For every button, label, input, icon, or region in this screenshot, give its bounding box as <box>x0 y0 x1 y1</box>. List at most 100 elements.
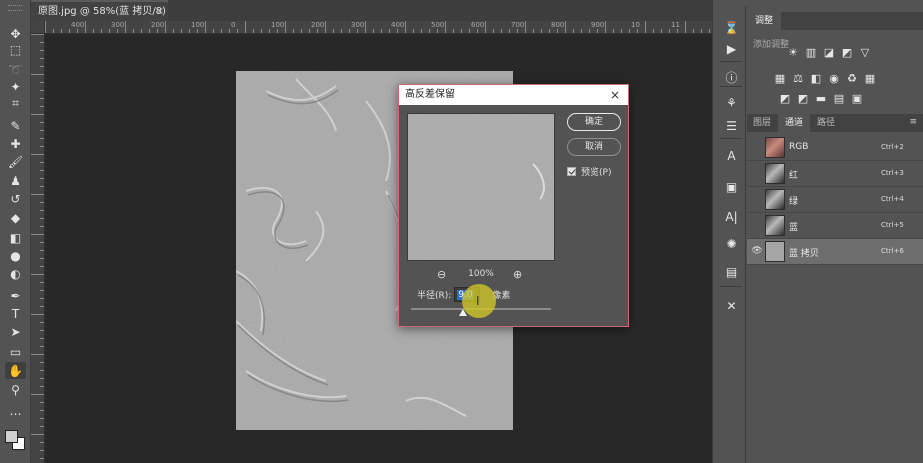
channel-row[interactable]: 红 Ctrl+3 <box>747 161 923 187</box>
photo-filter-icon[interactable]: ◉ <box>828 72 840 85</box>
ok-button[interactable]: 确定 <box>567 113 621 131</box>
color-balance-icon[interactable]: ⚖ <box>792 72 804 85</box>
crop-tool[interactable]: ⌗ <box>5 95 26 112</box>
ruler-tick <box>173 29 174 33</box>
selective-color-icon[interactable]: ▣ <box>851 92 863 105</box>
ruler-tick <box>31 354 44 355</box>
levels-icon[interactable]: ▥ <box>805 46 817 59</box>
ruler-tick <box>31 194 44 195</box>
channel-mixer-icon[interactable]: ♻ <box>846 72 858 85</box>
ruler-tick <box>709 29 710 33</box>
ruler-tick <box>40 322 44 323</box>
clone-stamp-tool[interactable]: ♟ <box>5 172 26 189</box>
channel-row[interactable]: 绿 Ctrl+4 <box>747 187 923 213</box>
ruler-tick <box>40 418 44 419</box>
preview-checkbox[interactable]: 预览(P) <box>567 164 611 178</box>
checkbox-checked-icon[interactable] <box>567 166 576 176</box>
channel-shortcut: Ctrl+6 <box>881 247 904 255</box>
gradient-map-icon[interactable]: ▤ <box>833 92 845 105</box>
vertical-ruler[interactable] <box>31 34 45 463</box>
tab-layers[interactable]: 图层 <box>747 114 777 132</box>
history-brush-tool[interactable]: ↺ <box>5 190 26 207</box>
hand-tool[interactable]: ✋ <box>5 362 26 379</box>
info-icon[interactable]: ⓘ <box>723 69 740 86</box>
tab-channels[interactable]: 通道 <box>778 114 810 132</box>
zoom-in-icon[interactable]: ⊕ <box>513 268 522 281</box>
ruler-tick <box>31 434 44 435</box>
tab-adjustments[interactable]: 调整 <box>747 12 781 30</box>
visibility-eye-icon[interactable] <box>751 220 763 232</box>
folder-icon[interactable]: ▣ <box>723 178 740 195</box>
exposure-icon[interactable]: ◩ <box>841 46 853 59</box>
path-selection-tool[interactable]: ➤ <box>5 323 26 340</box>
pen-tool[interactable]: ✒ <box>5 287 26 304</box>
history-icon[interactable]: ⌛ <box>723 19 740 36</box>
dialog-titlebar[interactable]: 高反差保留 × <box>399 85 628 105</box>
type-tool[interactable]: T <box>5 305 26 322</box>
document-tab[interactable]: 原图.jpg @ 58%(蓝 拷贝/8) * × <box>31 0 174 21</box>
dodge-tool[interactable]: ◐ <box>5 265 26 282</box>
filter-preview[interactable] <box>407 113 555 261</box>
visibility-eye-icon[interactable] <box>751 142 763 154</box>
visibility-eye-icon[interactable] <box>751 168 763 180</box>
more-tools[interactable]: … <box>5 402 26 419</box>
eraser-tool[interactable]: ◆ <box>5 209 26 226</box>
panel-menu-icon[interactable]: ≡ <box>909 117 917 127</box>
play-icon[interactable]: ▶ <box>723 40 740 57</box>
zoom-tool[interactable]: ⚲ <box>5 381 26 398</box>
radius-slider-track[interactable] <box>411 308 551 310</box>
visibility-eye-icon[interactable]: 👁 <box>751 246 763 258</box>
character-icon[interactable]: A <box>723 147 740 164</box>
color-swatches[interactable] <box>5 430 27 452</box>
ruler-tick <box>53 29 54 33</box>
radius-slider-thumb[interactable] <box>458 309 467 316</box>
cancel-button[interactable]: 取消 <box>567 138 621 156</box>
blur-tool[interactable]: ● <box>5 247 26 264</box>
eyedropper-tool[interactable]: ✎ <box>5 117 26 134</box>
channel-row[interactable]: 👁 蓝 拷贝 Ctrl+6 <box>747 239 923 265</box>
gradient-tool[interactable]: ◧ <box>5 229 26 246</box>
hue-saturation-icon[interactable]: ▦ <box>774 72 786 85</box>
paragraph-icon[interactable]: A| <box>723 208 740 225</box>
brush-tool[interactable]: 🖌 <box>5 153 26 170</box>
styles-icon[interactable]: ✺ <box>723 235 740 252</box>
move-tool[interactable]: ✥ <box>5 25 26 42</box>
channel-shortcut: Ctrl+2 <box>881 143 904 151</box>
ruler-label: 500 <box>431 21 445 29</box>
ruler-tick <box>485 21 486 33</box>
marquee-tool[interactable]: ⬚ <box>5 41 26 58</box>
channel-row[interactable]: 蓝 Ctrl+5 <box>747 213 923 239</box>
threshold-icon[interactable]: ▬ <box>815 92 827 105</box>
ruler-origin[interactable] <box>31 21 45 34</box>
properties-icon[interactable]: ☰ <box>723 117 740 134</box>
toolbar-grip[interactable] <box>8 5 22 11</box>
close-icon[interactable]: × <box>610 85 620 105</box>
color-lookup-icon[interactable]: ▦ <box>864 72 876 85</box>
zoom-out-icon[interactable]: ⊖ <box>437 268 446 281</box>
vibrance-icon[interactable]: ▽ <box>859 46 871 59</box>
tab-paths[interactable]: 路径 <box>811 114 841 132</box>
libraries-icon[interactable]: ▤ <box>723 263 740 280</box>
curves-icon[interactable]: ◪ <box>823 46 835 59</box>
ruler-label: 11 <box>671 21 680 29</box>
channel-thumbnail <box>765 137 785 158</box>
black-white-icon[interactable]: ◧ <box>810 72 822 85</box>
brightness-icon[interactable]: ☀ <box>787 46 799 59</box>
magic-wand-tool[interactable]: ✦ <box>5 78 26 95</box>
channel-row[interactable]: RGB Ctrl+2 <box>747 135 923 161</box>
lasso-tool[interactable]: ➰ <box>5 61 26 78</box>
posterize-icon[interactable]: ◩ <box>797 92 809 105</box>
healing-brush-tool[interactable]: ✚ <box>5 135 26 152</box>
ruler-tick <box>31 74 44 75</box>
ruler-tick <box>213 29 214 33</box>
invert-icon[interactable]: ◩ <box>779 92 791 105</box>
visibility-eye-icon[interactable] <box>751 194 763 206</box>
tools-icon[interactable]: ✕ <box>723 297 740 314</box>
rectangle-tool[interactable]: ▭ <box>5 343 26 360</box>
high-pass-dialog: 高反差保留 × 100% ⊖ ⊕ 确定 取消 预览(P) 半径(R): 9.0 … <box>398 84 629 327</box>
horizontal-ruler[interactable]: 400 300 200 100 0 100 200 300 400 500 600 700 800 900… <box>45 21 712 34</box>
close-icon[interactable]: × <box>156 2 164 21</box>
ruler-tick <box>445 21 446 33</box>
brush-settings-icon[interactable]: ⚘ <box>723 94 740 111</box>
foreground-color-swatch[interactable] <box>5 430 18 443</box>
